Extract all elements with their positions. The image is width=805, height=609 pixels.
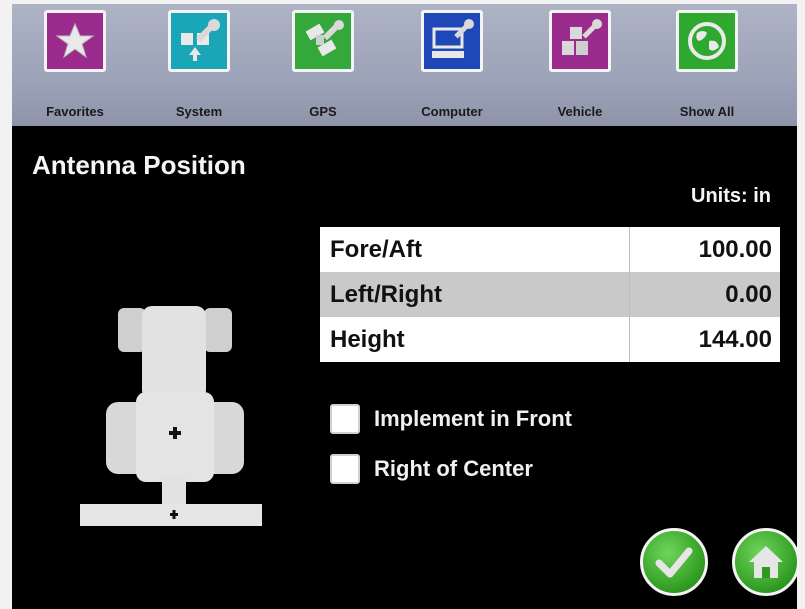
- implement-in-front-checkbox[interactable]: [330, 404, 360, 434]
- toolbar-label: Show All: [679, 104, 735, 119]
- toolbar-label: Vehicle: [557, 104, 603, 119]
- height-value[interactable]: 144.00: [630, 317, 780, 362]
- gps-satellite-icon: [292, 10, 354, 72]
- table-row[interactable]: Height 144.00: [320, 317, 780, 362]
- right-of-center-checkbox[interactable]: [330, 454, 360, 484]
- toolbar-gps[interactable]: GPS: [268, 10, 378, 124]
- confirm-button[interactable]: [640, 528, 708, 596]
- left-right-value[interactable]: 0.00: [630, 272, 780, 317]
- screen: Favorites System GPS Computer Vehicle Sh…: [12, 4, 800, 609]
- home-icon: [749, 546, 783, 578]
- system-wrench-icon: [168, 10, 230, 72]
- toolbar-label: Favorites: [46, 104, 104, 119]
- toolbar-computer[interactable]: Computer: [397, 10, 507, 124]
- checkbox-label: Right of Center: [374, 456, 533, 481]
- checkmark-icon: [655, 547, 693, 578]
- toolbar-system[interactable]: System: [144, 10, 254, 124]
- row-label: Height: [320, 317, 630, 362]
- toolbar-vehicle[interactable]: Vehicle: [525, 10, 635, 124]
- implement-in-front-option[interactable]: Implement in Front: [330, 404, 572, 434]
- toolbar-show-all[interactable]: Show All: [652, 10, 762, 124]
- fore-aft-value[interactable]: 100.00: [630, 227, 780, 272]
- top-toolbar: Favorites System GPS Computer Vehicle Sh…: [12, 4, 797, 126]
- antenna-position-table: Fore/Aft 100.00 Left/Right 0.00 Height 1…: [320, 227, 780, 362]
- row-label: Left/Right: [320, 272, 630, 317]
- units-label: Units: in: [691, 185, 771, 207]
- vehicle-blocks-icon: [549, 10, 611, 72]
- star-icon: [44, 10, 106, 72]
- page-title: Antenna Position: [32, 150, 246, 180]
- home-button[interactable]: [732, 528, 800, 596]
- toolbar-label: GPS: [309, 104, 337, 119]
- bezel-right: [797, 0, 805, 609]
- toolbar-favorites[interactable]: Favorites: [20, 10, 130, 124]
- checkbox-label: Implement in Front: [374, 406, 572, 431]
- toolbar-label: Computer: [421, 104, 483, 119]
- computer-icon: [421, 10, 483, 72]
- table-row[interactable]: Left/Right 0.00: [320, 272, 780, 317]
- vehicle-diagram: [80, 300, 270, 530]
- row-label: Fore/Aft: [320, 227, 630, 272]
- table-row[interactable]: Fore/Aft 100.00: [320, 227, 780, 272]
- bezel-left: [0, 0, 12, 609]
- globe-icon: [676, 10, 738, 72]
- right-of-center-option[interactable]: Right of Center: [330, 454, 533, 484]
- toolbar-label: System: [175, 104, 223, 119]
